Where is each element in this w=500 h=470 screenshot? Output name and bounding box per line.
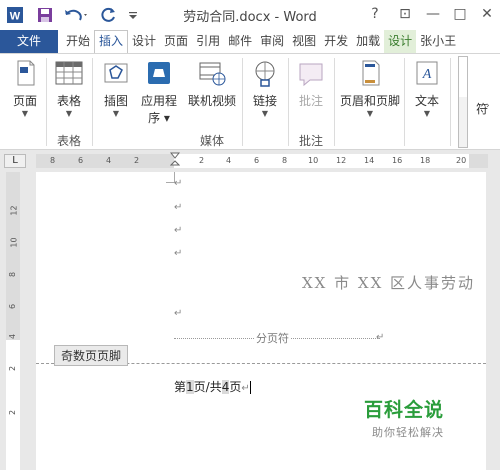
header-footer-icon [355, 58, 385, 88]
paragraph-mark: ↵ [376, 332, 385, 343]
redo-icon[interactable] [98, 4, 120, 26]
vertical-ruler[interactable]: 12 10 8 6 4 2 2 [6, 172, 20, 470]
comment-button[interactable]: 批注 [292, 58, 330, 109]
tab-selector[interactable]: L [4, 154, 26, 168]
ribbon-separator [450, 58, 451, 146]
ribbon-tabs: 文件 开始 插入 设计 页面 引用 邮件 审阅 视图 开发 加载 设计 张小王 [0, 30, 500, 53]
paragraph-mark: ↵ [174, 225, 183, 236]
watermark-subtitle: 助你轻松解决 [372, 426, 444, 439]
tab-user[interactable]: 张小王 [416, 30, 460, 53]
tab-design[interactable]: 设计 [128, 30, 160, 53]
paragraph-mark: ↵ [174, 248, 183, 259]
text-button[interactable]: A 文本 ▼ [408, 58, 446, 118]
document-heading: XX 市 XX 区人事劳动 [302, 274, 476, 292]
link-icon [250, 58, 280, 88]
link-button[interactable]: 链接 ▼ [246, 58, 284, 118]
ribbon: 页面 ▼ 表格 ▼ 表格 插图 ▼ 应用程 序 ▾ 联机视频 媒体 链接 ▼ 批… [0, 53, 500, 150]
tab-file[interactable]: 文件 [0, 30, 58, 53]
tab-header-design[interactable]: 设计 [384, 30, 417, 53]
tab-page[interactable]: 页面 [160, 30, 192, 53]
tab-developer[interactable]: 开发 [320, 30, 352, 53]
help-button[interactable]: ? [362, 3, 388, 25]
ribbon-separator [404, 58, 405, 146]
illustrations-button[interactable]: 插图 ▼ [97, 58, 135, 118]
footer-tag: 奇数页页脚 [54, 345, 129, 366]
tab-mailings[interactable]: 邮件 [224, 30, 256, 53]
title-bar: W 劳动合同.docx - Word ? ⊡ — □ ✕ [0, 0, 500, 30]
undo-icon[interactable] [62, 4, 90, 26]
ribbon-separator [46, 58, 47, 146]
tab-home[interactable]: 开始 [58, 30, 94, 53]
table-icon [54, 58, 84, 88]
shapes-icon [101, 58, 131, 88]
tab-view[interactable]: 视图 [288, 30, 320, 53]
apps-button[interactable]: 应用程 序 ▾ [138, 58, 180, 126]
symbols-button[interactable]: 符 › [470, 56, 500, 148]
page-break-label: 分页符 [254, 330, 291, 346]
ribbon-separator [92, 58, 93, 146]
ribbon-display-button[interactable]: ⊡ [392, 3, 418, 25]
paragraph-mark: ↵ [174, 202, 183, 213]
tab-review[interactable]: 审阅 [256, 30, 288, 53]
watermark-title: 百科全说 [364, 399, 445, 421]
indent-marker-icon[interactable] [169, 152, 181, 171]
close-button[interactable]: ✕ [474, 3, 500, 25]
comment-icon [296, 58, 326, 88]
ribbon-separator [242, 58, 243, 146]
minimize-button[interactable]: — [420, 3, 446, 25]
qat-customize-icon[interactable] [126, 4, 140, 26]
group-comments-label: 批注 [298, 134, 323, 148]
svg-text:W: W [10, 11, 21, 23]
online-video-button[interactable]: 联机视频 [186, 58, 238, 109]
tab-references[interactable]: 引用 [192, 30, 224, 53]
document-page[interactable]: ↵ ↵ ↵ ↵ ↵ XX 市 XX 区人事劳动 分页符 ↵ 奇数页页脚 第1页/… [36, 172, 486, 470]
store-icon [144, 58, 174, 88]
video-icon [197, 58, 227, 88]
maximize-button[interactable]: □ [447, 3, 473, 25]
ribbon-separator [334, 58, 335, 146]
tab-insert[interactable]: 插入 [94, 30, 129, 53]
word-logo-icon: W [4, 4, 26, 26]
horizontal-ruler[interactable]: 8 6 4 2 2 4 6 8 10 12 14 16 18 20 [36, 152, 488, 171]
tab-addins[interactable]: 加载 [352, 30, 384, 53]
save-icon[interactable] [34, 4, 56, 26]
svg-text:A: A [422, 67, 432, 82]
text-cursor [249, 381, 251, 394]
group-table-label: 表格 [56, 134, 81, 148]
text-box-icon: A [412, 58, 442, 88]
header-footer-button[interactable]: 页眉和页脚 ▼ [338, 58, 402, 118]
ribbon-scroll-button[interactable] [458, 56, 468, 148]
footer-page-number[interactable]: 第1页/共4页↵ [174, 378, 251, 395]
page-icon [10, 58, 40, 88]
paragraph-mark: ↵ [174, 178, 183, 189]
group-media-label: 媒体 [199, 134, 224, 148]
table-button[interactable]: 表格 ▼ [50, 58, 88, 118]
pages-button[interactable]: 页面 ▼ [6, 58, 44, 118]
paragraph-mark: ↵ [174, 308, 183, 319]
